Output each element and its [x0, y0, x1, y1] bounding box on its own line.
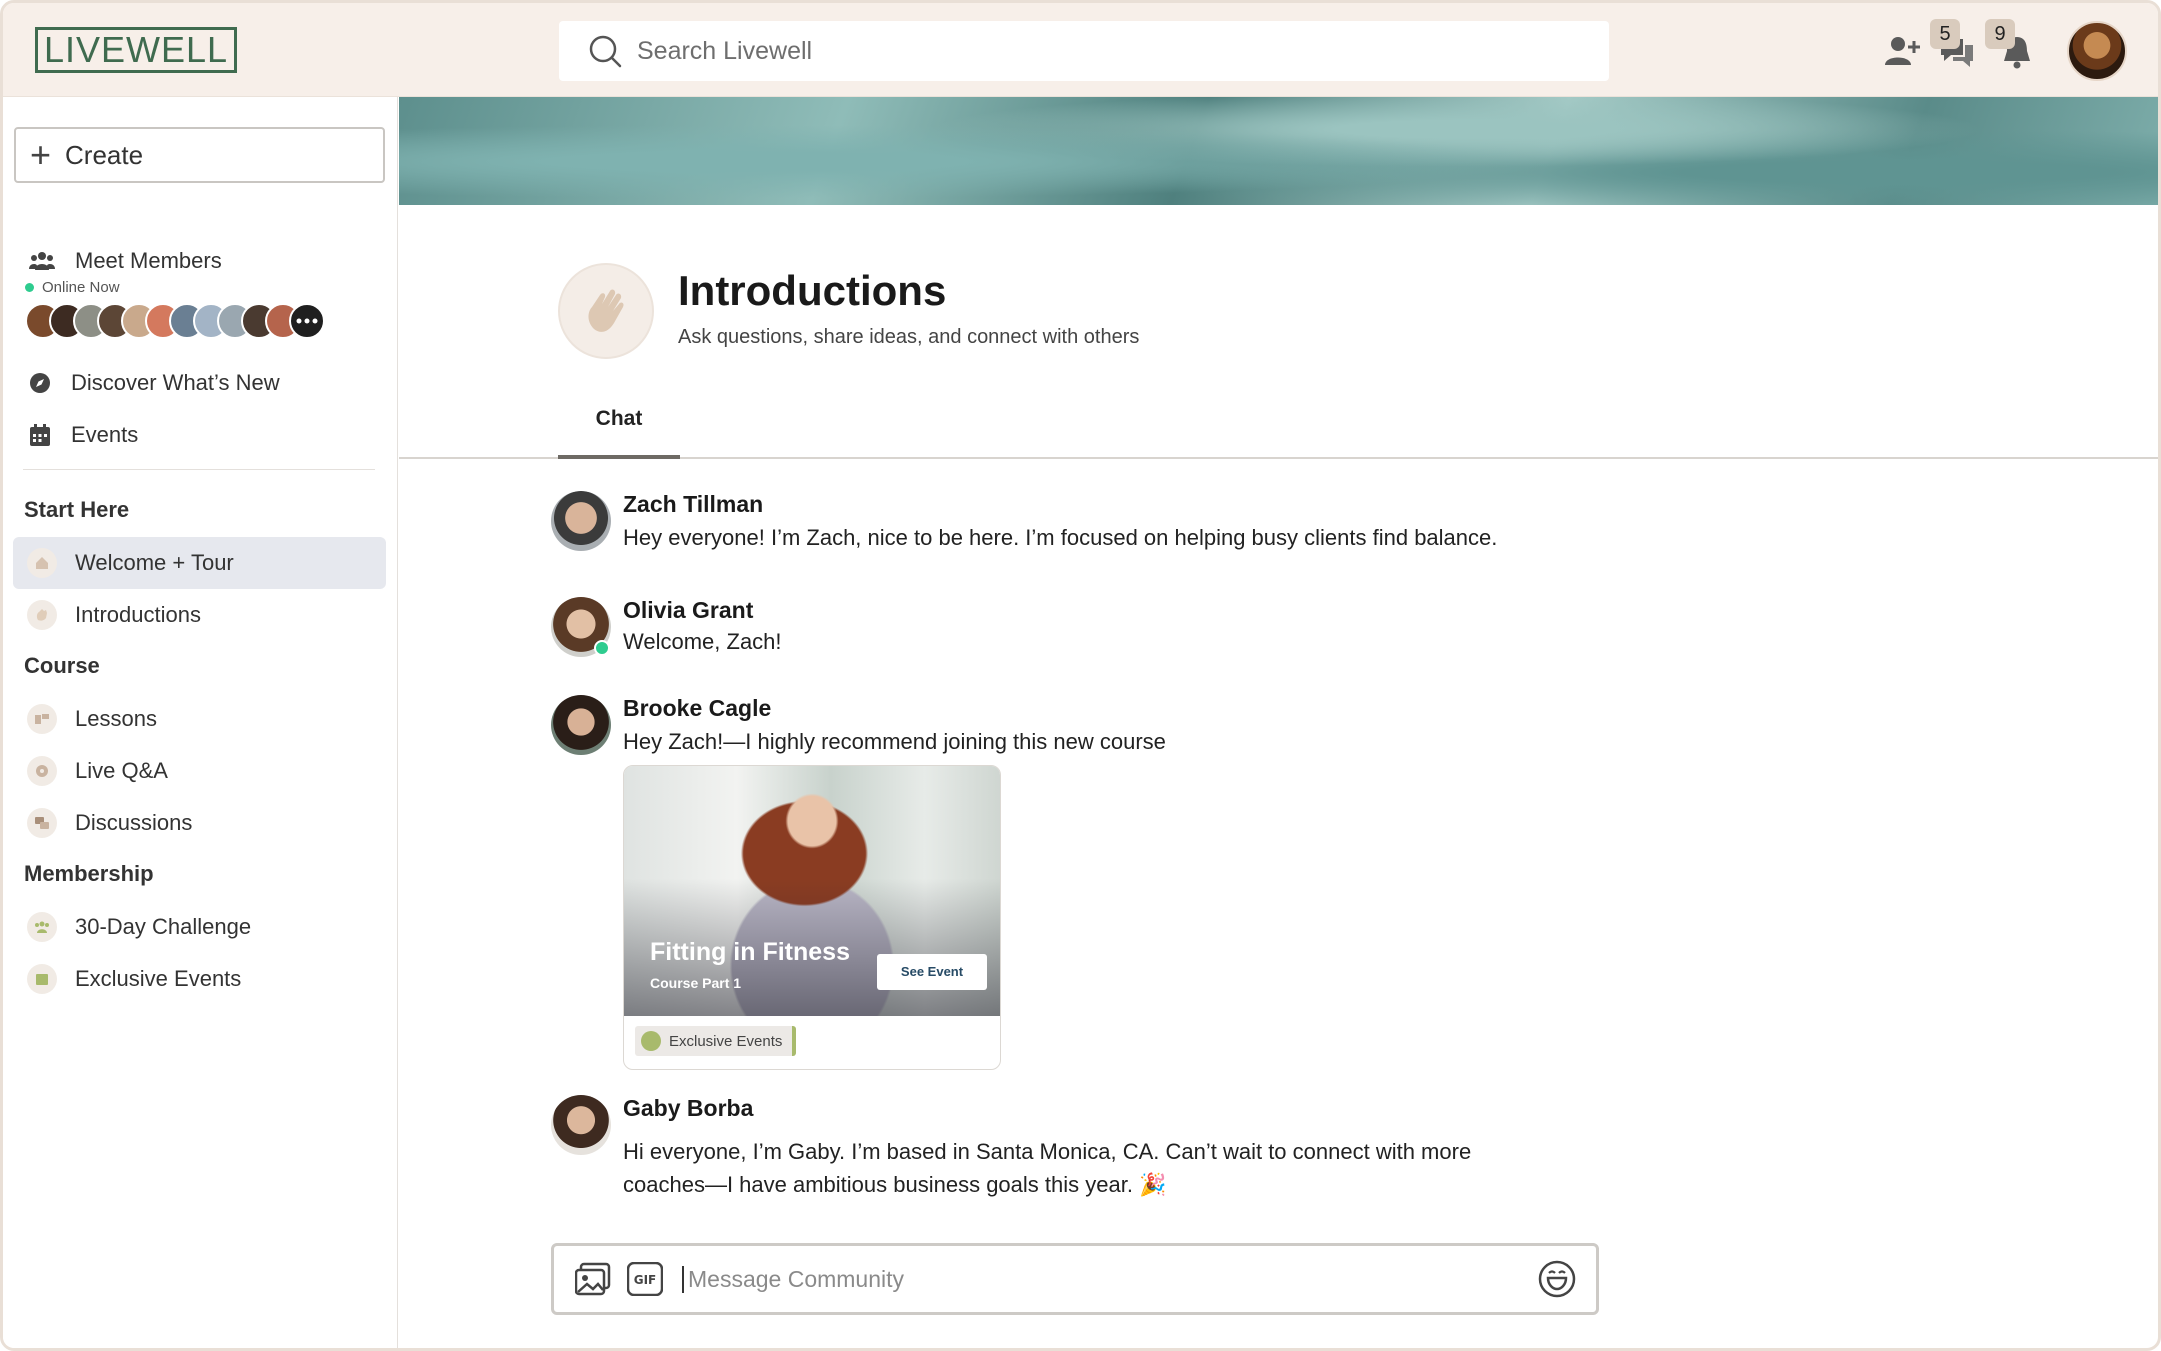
sidebar-item-label: Live Q&A — [75, 758, 168, 783]
sidebar-item-label: Lessons — [75, 706, 157, 731]
live-qa-icon — [27, 756, 57, 786]
sidebar-item-exclusive-events[interactable]: Exclusive Events — [13, 953, 386, 1005]
sidebar: + Create Meet Members Online Now Discove… — [3, 97, 398, 1348]
emoji-icon[interactable] — [1538, 1260, 1576, 1298]
avatar[interactable] — [551, 695, 611, 755]
sidebar-item-events[interactable]: Events — [13, 409, 386, 461]
message-text: coaches—I have ambitious business goals … — [623, 1172, 1167, 1197]
sidebar-item-introductions[interactable]: Introductions — [13, 589, 386, 641]
message-text: Welcome, Zach! — [623, 629, 782, 654]
message-input[interactable] — [682, 1265, 1522, 1293]
event-tag-label: Exclusive Events — [669, 1032, 783, 1050]
message-author[interactable]: Brooke Cagle — [623, 695, 771, 722]
see-event-button[interactable]: See Event — [877, 954, 987, 990]
page-subtitle: Ask questions, share ideas, and connect … — [678, 326, 1140, 348]
message-text: Hey Zach!—I highly recommend joining thi… — [623, 729, 1166, 754]
calendar-icon — [27, 964, 57, 994]
home-icon — [27, 548, 57, 578]
create-label: Create — [65, 139, 144, 170]
search-bar[interactable] — [559, 21, 1609, 81]
message-author[interactable]: Zach Tillman — [623, 491, 763, 518]
calendar-icon — [25, 420, 55, 450]
message-composer: GIF — [551, 1243, 1599, 1315]
sidebar-item-30-day-challenge[interactable]: 30-Day Challenge — [13, 901, 386, 953]
search-icon — [589, 35, 622, 68]
notifications-badge: 9 — [1985, 19, 2015, 49]
sidebar-item-label: Welcome + Tour — [75, 550, 234, 575]
events-label: Events — [71, 422, 139, 447]
top-bar: LIVEWELL 5 9 — [3, 3, 2158, 97]
sidebar-divider — [23, 469, 375, 470]
app-window: LIVEWELL 5 9 + Create — [0, 0, 2161, 1351]
page-title: Introductions — [678, 267, 947, 314]
group-icon — [27, 912, 57, 942]
discussions-icon — [27, 808, 57, 838]
create-button[interactable]: + Create — [14, 127, 385, 183]
message-text: Hey everyone! I’m Zach, nice to be here.… — [623, 525, 1498, 550]
add-member-icon[interactable] — [1881, 31, 1921, 71]
avatar[interactable] — [551, 491, 611, 551]
more-members-button[interactable] — [289, 303, 325, 339]
lessons-icon — [27, 704, 57, 734]
plus-icon: + — [30, 134, 52, 175]
section-title-course: Course — [24, 653, 100, 678]
main-content: Introductions Ask questions, share ideas… — [399, 97, 2158, 1348]
discover-label: Discover What’s New — [71, 370, 280, 395]
messages-badge: 5 — [1930, 19, 1960, 49]
sidebar-item-welcome-tour[interactable]: Welcome + Tour — [13, 537, 386, 589]
sidebar-item-live-qa[interactable]: Live Q&A — [13, 745, 386, 797]
sidebar-item-label: Introductions — [75, 602, 201, 627]
section-title-start-here: Start Here — [24, 497, 130, 522]
members-icon — [27, 246, 57, 276]
event-subtitle: Course Part 1 — [650, 975, 742, 991]
section-title-membership: Membership — [24, 861, 154, 886]
meet-members-label: Meet Members — [75, 248, 222, 273]
online-status-dot — [594, 640, 610, 656]
cover-banner — [399, 97, 2158, 205]
tab-chat[interactable]: Chat — [558, 397, 680, 459]
image-upload-icon[interactable] — [574, 1260, 612, 1298]
sidebar-item-label: Discussions — [75, 810, 193, 835]
avatar[interactable] — [551, 1095, 611, 1155]
search-input[interactable] — [637, 36, 1537, 66]
more-icon — [296, 318, 318, 324]
event-card[interactable]: Fitting in Fitness Course Part 1 See Eve… — [623, 765, 1001, 1070]
compass-icon — [25, 368, 55, 398]
wave-icon — [558, 263, 654, 359]
wave-icon — [27, 600, 57, 630]
sidebar-item-discussions[interactable]: Discussions — [13, 797, 386, 849]
sidebar-item-lessons[interactable]: Lessons — [13, 693, 386, 745]
message-text: Hi everyone, I’m Gaby. I’m based in Sant… — [623, 1139, 1472, 1164]
online-status-dot — [25, 283, 34, 292]
logo[interactable]: LIVEWELL — [35, 27, 238, 73]
event-title: Fitting in Fitness — [650, 938, 850, 966]
gif-label: GIF — [634, 1273, 657, 1287]
sidebar-item-label: 30-Day Challenge — [75, 914, 252, 939]
user-avatar[interactable] — [2067, 21, 2127, 81]
tag-dot — [641, 1031, 661, 1051]
message-author[interactable]: Gaby Borba — [623, 1095, 753, 1122]
gif-icon[interactable]: GIF — [626, 1260, 664, 1298]
sidebar-item-label: Exclusive Events — [75, 966, 242, 991]
sidebar-item-discover[interactable]: Discover What’s New — [13, 357, 386, 409]
online-now-label: Online Now — [25, 279, 120, 296]
online-now-text: Online Now — [42, 279, 120, 296]
message-author[interactable]: Olivia Grant — [623, 597, 753, 624]
event-tag[interactable]: Exclusive Events — [635, 1026, 797, 1056]
